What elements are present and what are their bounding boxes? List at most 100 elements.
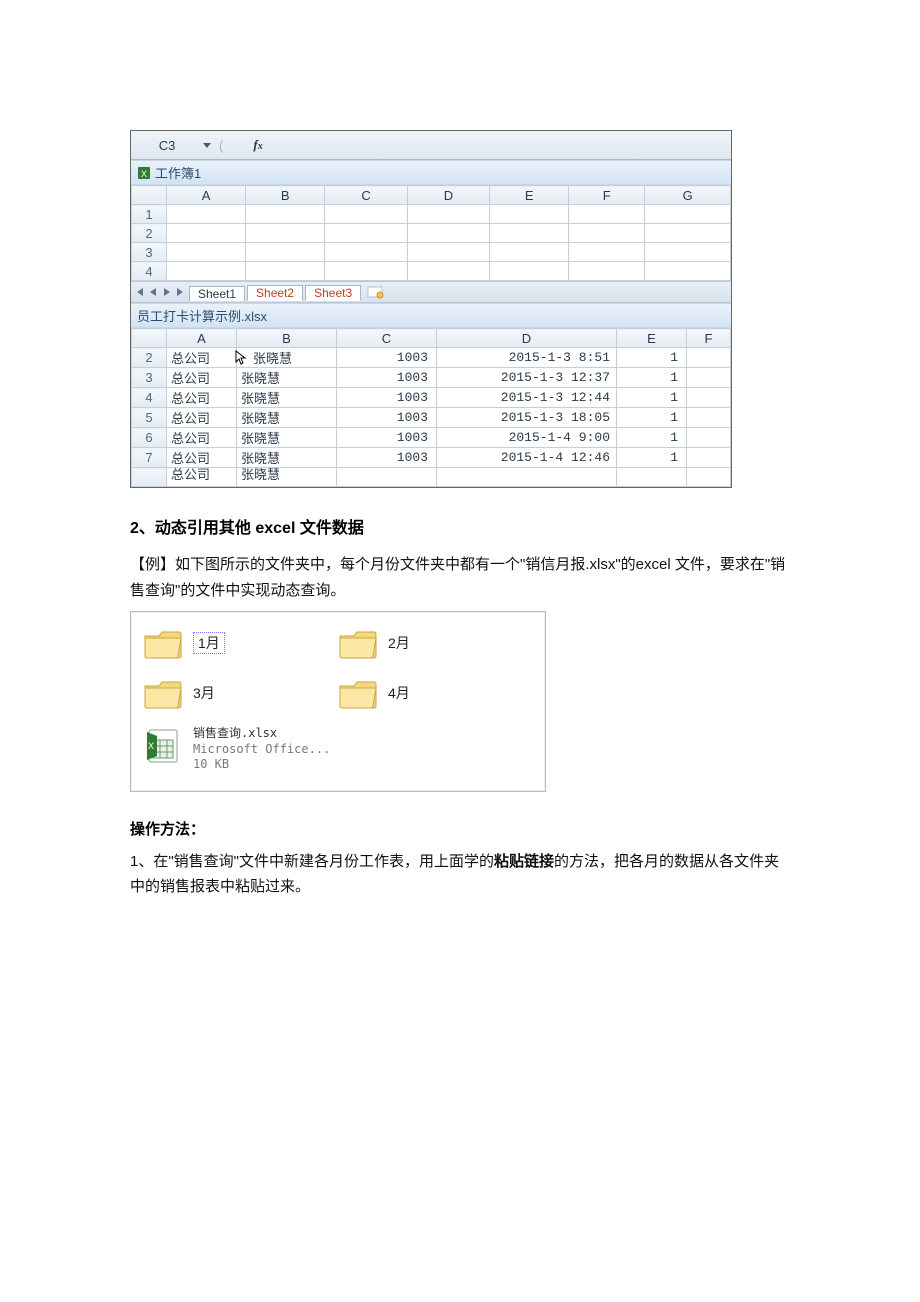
fx-icon[interactable]: fx — [253, 137, 262, 153]
row-header[interactable]: 5 — [132, 408, 167, 428]
cell[interactable]: 1003 — [337, 348, 437, 368]
cell[interactable]: 张晓慧 — [237, 468, 337, 487]
folder-icon — [338, 676, 378, 710]
col-header[interactable]: C — [337, 329, 437, 348]
tab-nav-first-icon[interactable] — [133, 286, 145, 298]
col-header[interactable]: B — [237, 329, 337, 348]
example-paragraph: 【例】如下图所示的文件夹中，每个月份文件夹中都有一个"销信月报.xlsx"的ex… — [130, 552, 790, 603]
tab-nav-last-icon[interactable] — [175, 286, 187, 298]
col-header[interactable]: F — [687, 329, 731, 348]
row-header[interactable] — [132, 468, 167, 487]
cell[interactable]: 张晓慧 — [237, 408, 337, 428]
row-header[interactable]: 2 — [132, 348, 167, 368]
cell[interactable]: 1 — [617, 388, 687, 408]
cell[interactable]: 张晓慧 — [237, 448, 337, 468]
col-header[interactable]: E — [617, 329, 687, 348]
row-header[interactable]: 4 — [132, 262, 167, 281]
table-row: 3 总公司 张晓慧 1003 2015-1-3 12:37 1 — [132, 368, 731, 388]
row-header[interactable]: 1 — [132, 205, 167, 224]
cell[interactable] — [687, 408, 731, 428]
cell[interactable]: 1003 — [337, 408, 437, 428]
sheet-tab-sheet1[interactable]: Sheet1 — [189, 286, 245, 301]
cell[interactable]: 总公司 — [167, 428, 237, 448]
cell[interactable] — [617, 468, 687, 487]
cell[interactable] — [687, 468, 731, 487]
col-header[interactable]: A — [167, 186, 246, 205]
cell[interactable] — [687, 428, 731, 448]
col-header[interactable]: F — [569, 186, 645, 205]
sheet-tab-sheet3[interactable]: Sheet3 — [305, 285, 361, 301]
row-header[interactable]: 7 — [132, 448, 167, 468]
name-box[interactable]: C3 — [137, 138, 197, 153]
cell[interactable] — [687, 448, 731, 468]
sheet-tab-sheet2[interactable]: Sheet2 — [247, 285, 303, 301]
file-name: 销售查询.xlsx — [193, 726, 330, 742]
cell[interactable]: 总公司 — [167, 408, 237, 428]
row-header[interactable]: 4 — [132, 388, 167, 408]
cell[interactable]: 张晓慧 — [237, 368, 337, 388]
cell[interactable] — [337, 468, 437, 487]
folder-item-month2[interactable]: 2月 — [338, 626, 533, 660]
folder-item-month3[interactable]: 3月 — [143, 676, 338, 710]
row-header[interactable]: 3 — [132, 243, 167, 262]
cursor-pointer-icon — [235, 350, 249, 366]
col-header[interactable]: D — [407, 186, 489, 205]
cell[interactable]: 1003 — [337, 448, 437, 468]
workbook2-grid[interactable]: A B C D E F 2 总公司 张晓慧 1003 2015-1-3 8:51… — [131, 328, 731, 487]
cell[interactable]: 总公司 — [167, 348, 237, 368]
folder-label: 1月 — [193, 632, 225, 654]
workbook1-grid[interactable]: A B C D E F G 1 2 3 4 — [131, 185, 731, 281]
col-header[interactable]: A — [167, 329, 237, 348]
cell[interactable]: 1 — [617, 448, 687, 468]
table-row: 7 总公司 张晓慧 1003 2015-1-4 12:46 1 — [132, 448, 731, 468]
cell[interactable]: 1 — [617, 408, 687, 428]
table-row: 5 总公司 张晓慧 1003 2015-1-3 18:05 1 — [132, 408, 731, 428]
col-header[interactable]: E — [490, 186, 569, 205]
row-header[interactable]: 2 — [132, 224, 167, 243]
cell[interactable]: 1 — [617, 368, 687, 388]
cell[interactable]: 总公司 — [167, 368, 237, 388]
row-header[interactable]: 6 — [132, 428, 167, 448]
cell[interactable]: 1 — [617, 428, 687, 448]
folder-icon — [143, 626, 183, 660]
new-sheet-icon[interactable] — [367, 285, 385, 299]
cell[interactable]: 总公司 — [167, 448, 237, 468]
col-header[interactable]: D — [437, 329, 617, 348]
cell[interactable] — [687, 388, 731, 408]
cell[interactable]: 2015-1-4 12:46 — [437, 448, 617, 468]
cell[interactable]: 1003 — [337, 368, 437, 388]
folder-item-month1[interactable]: 1月 — [143, 626, 338, 660]
cell[interactable]: 张晓慧 — [237, 428, 337, 448]
tab-nav-prev-icon[interactable] — [147, 286, 159, 298]
cell[interactable]: 2015-1-4 9:00 — [437, 428, 617, 448]
cell[interactable]: 1 — [617, 348, 687, 368]
cell[interactable]: 总公司 — [167, 388, 237, 408]
select-all-corner[interactable] — [132, 329, 167, 348]
folder-label: 3月 — [193, 683, 215, 703]
cell[interactable]: 2015-1-3 8:51 — [437, 348, 617, 368]
col-header[interactable]: C — [325, 186, 407, 205]
col-header[interactable]: G — [645, 186, 731, 205]
cell[interactable]: 2015-1-3 12:44 — [437, 388, 617, 408]
cell[interactable] — [687, 348, 731, 368]
folder-label: 4月 — [388, 683, 410, 703]
row-header[interactable]: 3 — [132, 368, 167, 388]
cell[interactable]: 1003 — [337, 428, 437, 448]
cell[interactable]: 张晓慧 — [237, 388, 337, 408]
select-all-corner[interactable] — [132, 186, 167, 205]
folder-item-month4[interactable]: 4月 — [338, 676, 533, 710]
cell[interactable]: 张晓慧 — [237, 348, 337, 368]
workbook1-title: 工作簿1 — [155, 163, 201, 182]
cell[interactable]: 2015-1-3 12:37 — [437, 368, 617, 388]
cell[interactable] — [437, 468, 617, 487]
col-header[interactable]: B — [246, 186, 325, 205]
name-box-dropdown-icon[interactable] — [201, 139, 213, 151]
folder-label: 2月 — [388, 633, 410, 653]
cell[interactable]: 1003 — [337, 388, 437, 408]
cell[interactable] — [687, 368, 731, 388]
cell[interactable]: 总公司 — [167, 468, 237, 487]
folder-icon — [143, 676, 183, 710]
file-item-xlsx[interactable]: X 销售查询.xlsx Microsoft Office... 10 KB — [143, 726, 533, 773]
cell[interactable]: 2015-1-3 18:05 — [437, 408, 617, 428]
tab-nav-next-icon[interactable] — [161, 286, 173, 298]
